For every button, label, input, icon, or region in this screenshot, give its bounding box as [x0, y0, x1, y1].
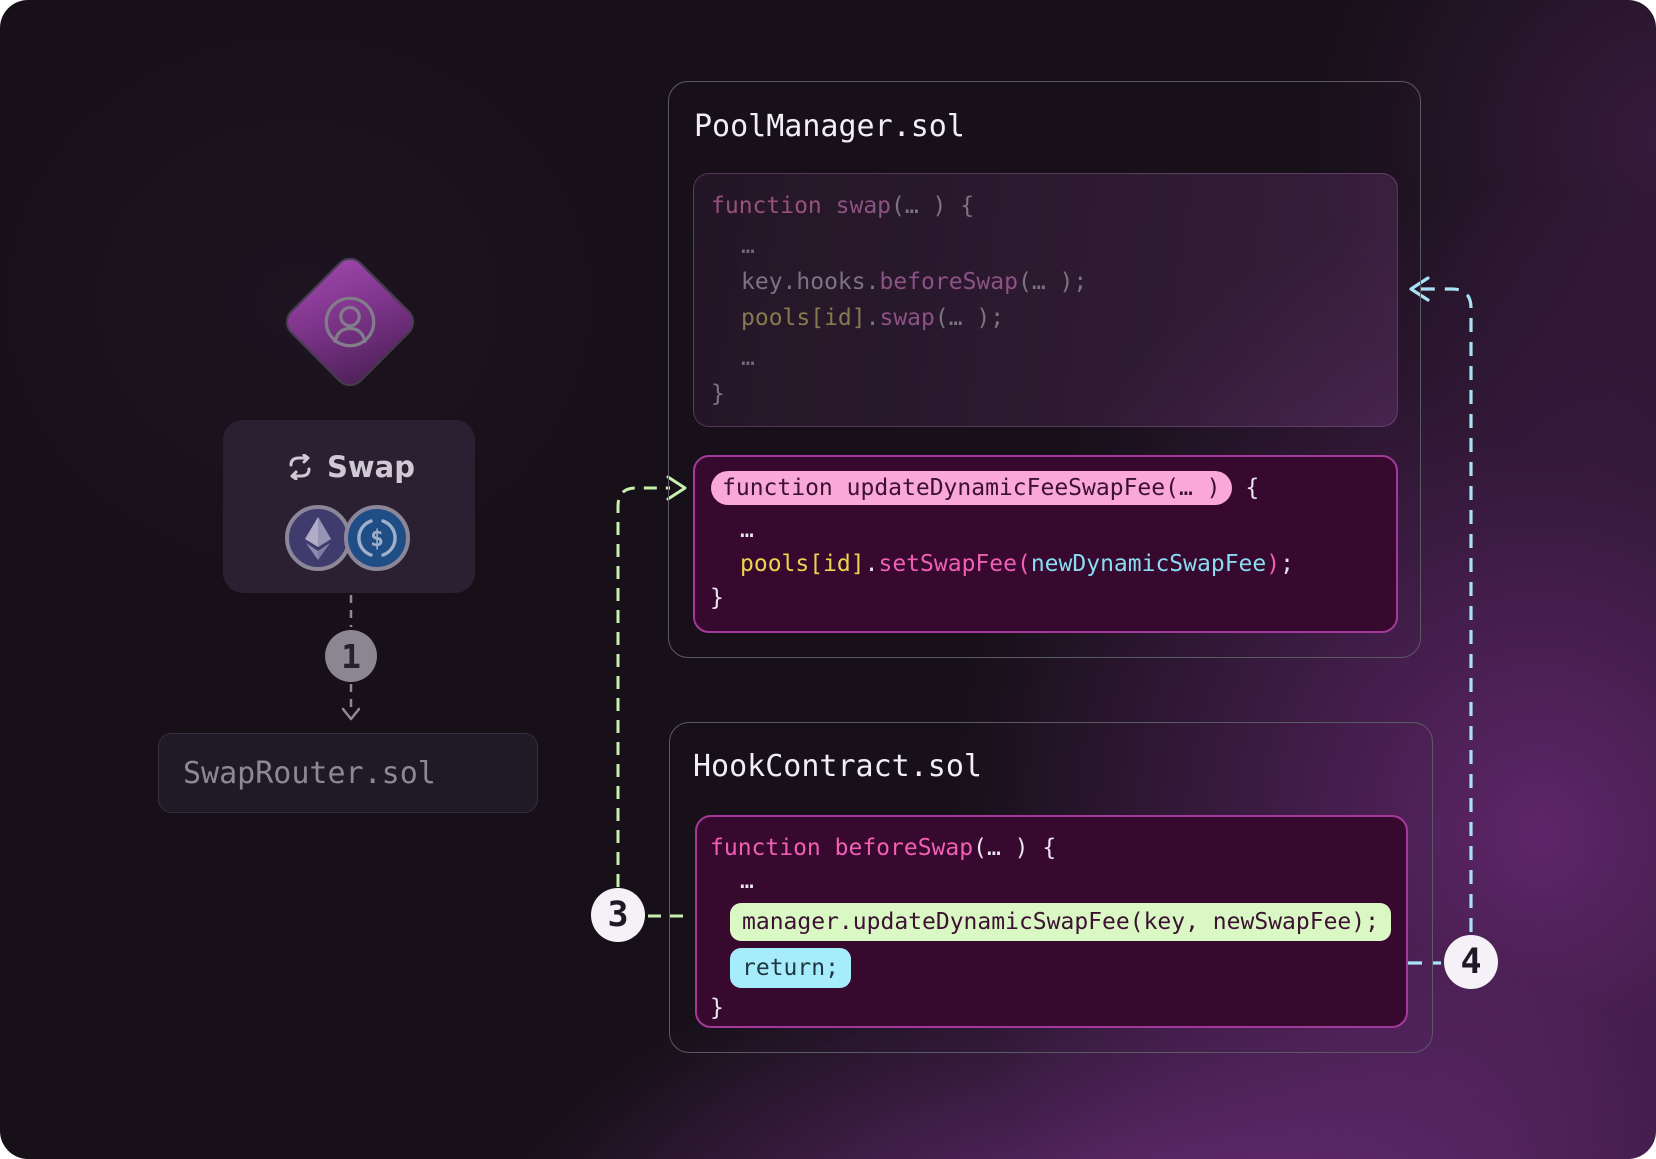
pink-highlight-pill: function updateDynamicFeeSwapFee(… ) — [711, 471, 1232, 505]
cyan-highlight-pill: return; — [730, 948, 851, 988]
step-number: 1 — [341, 637, 361, 676]
usdc-coin-icon: $ — [344, 505, 410, 571]
eth-coin-icon — [285, 505, 351, 571]
code-line: } — [711, 376, 1397, 412]
code-line: … — [711, 228, 1397, 264]
code-line: function swap(… ) { — [711, 188, 1397, 224]
pool-manager-update-fee-code-block: function updateDynamicFeeSwapFee(… ) { … p… — [693, 455, 1398, 633]
code-line: pools[id].setSwapFee(newDynamicSwapFee); — [710, 547, 1396, 581]
hook-contract-before-swap-code-block: function beforeSwap(… ) {…manager.update… — [695, 815, 1408, 1028]
code-token: ; — [1280, 551, 1294, 577]
code-token: swap — [879, 305, 934, 331]
diagram-canvas: Swap $ 1 SwapRouter.sol PoolManager.sol … — [0, 0, 1656, 1159]
code-token: function updateDynamicFeeSwapFee(… ) — [722, 475, 1221, 501]
code-line: function beforeSwap(… ) { — [710, 830, 1406, 866]
code-line: } — [710, 992, 1406, 1024]
code-token: } — [711, 381, 725, 407]
step3-elbow-dash — [618, 488, 670, 887]
code-line: manager.updateDynamicSwapFee(key, newSwa… — [710, 900, 1406, 944]
code-token: (… ); — [1018, 269, 1087, 295]
swap-label: Swap — [327, 450, 415, 484]
code-token: . — [866, 305, 880, 331]
code-token: … — [740, 868, 754, 894]
code-token: function — [711, 193, 836, 219]
code-token: setSwapFee — [878, 551, 1016, 577]
code-token: … — [741, 233, 755, 259]
code-line: return; — [710, 944, 1406, 992]
code-token: newDynamicSwapFee — [1031, 551, 1266, 577]
code-token: . — [865, 551, 879, 577]
code-token: pools[id] — [740, 551, 865, 577]
code-token: pools[id] — [741, 305, 866, 331]
code-token: beforeSwap — [835, 835, 973, 861]
code-token: function — [710, 835, 835, 861]
arrow-down-icon — [343, 709, 359, 719]
swap-router-label: SwapRouter.sol — [183, 756, 436, 791]
code-token: return; — [742, 955, 839, 981]
code-line: function updateDynamicFeeSwapFee(… ) { — [710, 469, 1396, 507]
step-number: 4 — [1460, 942, 1481, 982]
code-line: … — [710, 513, 1396, 547]
step-badge-4: 4 — [1444, 935, 1498, 989]
code-line: pools[id].swap(… ); — [711, 300, 1397, 336]
step-badge-3: 3 — [591, 888, 645, 942]
code-token: { — [1232, 475, 1260, 501]
code-line: … — [711, 340, 1397, 376]
swap-router-box: SwapRouter.sol — [158, 733, 538, 813]
pool-manager-swap-code-block: function swap(… ) {…key.hooks.beforeSwap… — [693, 173, 1398, 427]
code-token: (… ) { — [891, 193, 974, 219]
step-badge-1: 1 — [325, 630, 377, 682]
code-line: … — [710, 866, 1406, 896]
code-token: … — [740, 517, 754, 543]
svg-text:$: $ — [370, 526, 384, 552]
code-line: } — [710, 581, 1396, 615]
code-token: key.hooks. — [741, 269, 879, 295]
step-number: 3 — [607, 895, 628, 935]
code-token: swap — [836, 193, 891, 219]
code-line: key.hooks.beforeSwap(… ); — [711, 264, 1397, 300]
code-token: beforeSwap — [879, 269, 1017, 295]
pool-manager-title: PoolManager.sol — [694, 109, 965, 144]
green-highlight-pill: manager.updateDynamicSwapFee(key, newSwa… — [730, 903, 1391, 941]
hook-contract-title: HookContract.sol — [693, 749, 982, 784]
code-token: } — [710, 585, 724, 611]
code-token: … — [741, 345, 755, 371]
code-token: } — [710, 995, 724, 1021]
code-token: (… ) { — [973, 835, 1056, 861]
swap-card: Swap — [223, 420, 475, 593]
swap-icon — [283, 454, 317, 480]
user-icon — [322, 294, 378, 350]
swap-card-header: Swap — [223, 450, 475, 484]
code-token: ) — [1266, 551, 1280, 577]
code-token: (… ); — [935, 305, 1004, 331]
code-token: ( — [1017, 551, 1031, 577]
code-token: manager.updateDynamicSwapFee(key, newSwa… — [742, 909, 1379, 935]
